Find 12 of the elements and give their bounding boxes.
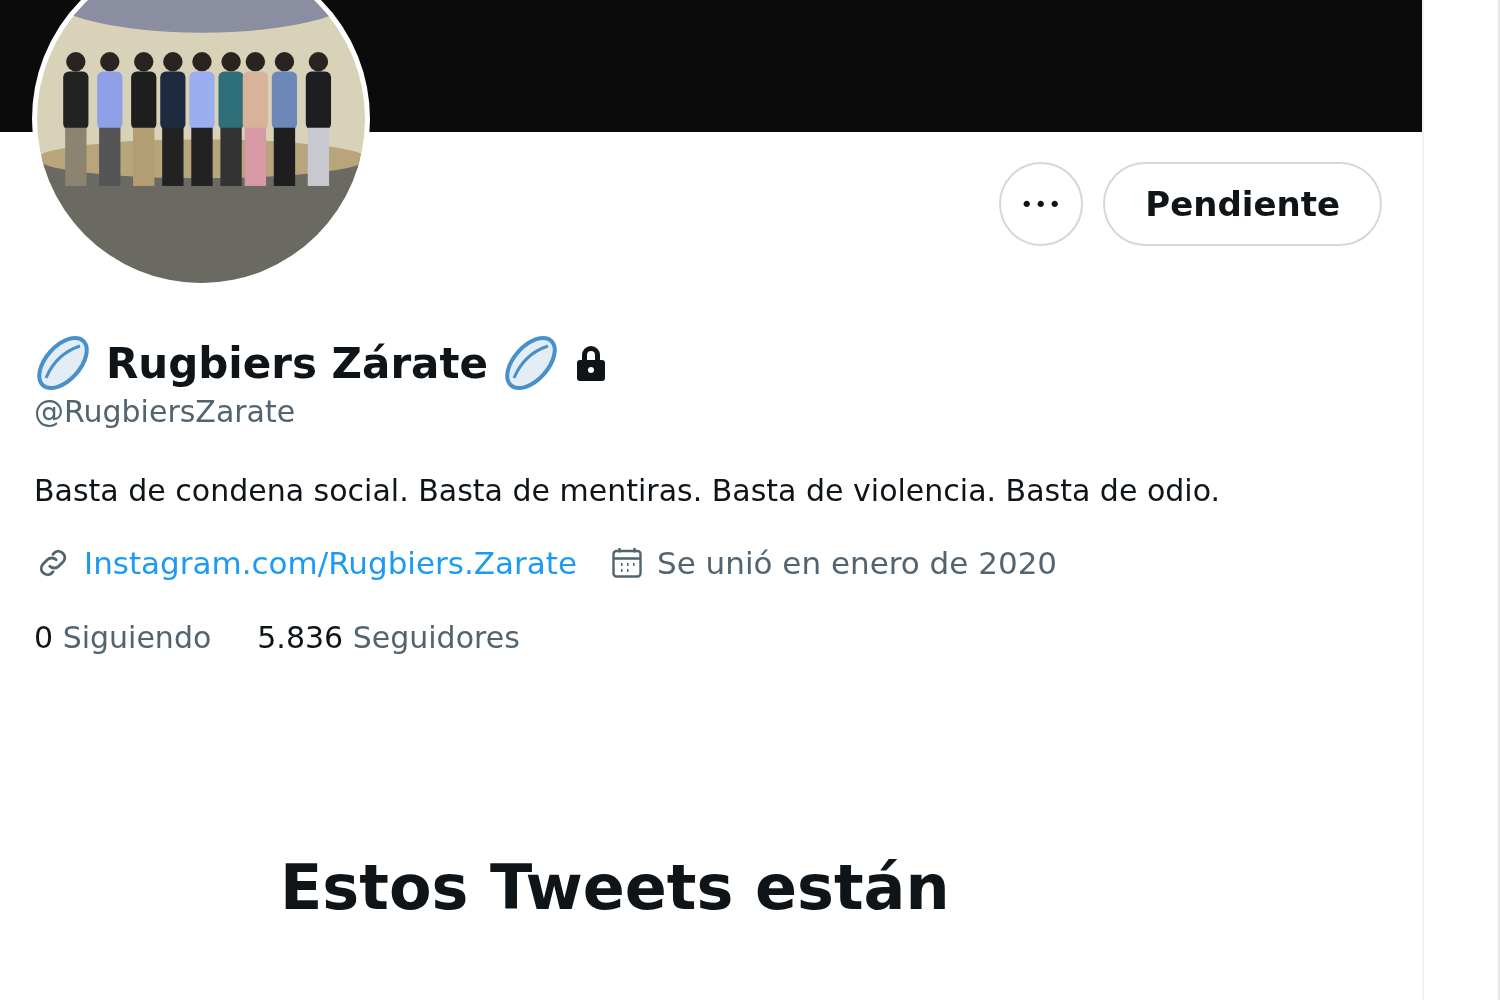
rugby-ball-icon bbox=[34, 334, 92, 392]
calendar-icon bbox=[609, 545, 645, 581]
protected-notice-title: Estos Tweets están bbox=[280, 851, 951, 924]
profile-stat[interactable]: 5.836 Seguidores bbox=[257, 620, 520, 655]
profile-stat[interactable]: 0 Siguiendo bbox=[34, 620, 212, 655]
profile-bio: Basta de condena social. Basta de mentiras. Basta de violencia. Basta de odio. bbox=[34, 473, 1221, 508]
profile-name: Rugbiers Zárate bbox=[106, 338, 488, 388]
pending-button[interactable]: Pendiente bbox=[1103, 162, 1382, 246]
more-button[interactable]: ••• bbox=[999, 162, 1084, 246]
rugby-ball-icon bbox=[502, 334, 560, 392]
join-date: Se unió en enero de 2020 bbox=[657, 545, 1058, 581]
profile-handle: @RugbiersZarate bbox=[34, 394, 297, 429]
